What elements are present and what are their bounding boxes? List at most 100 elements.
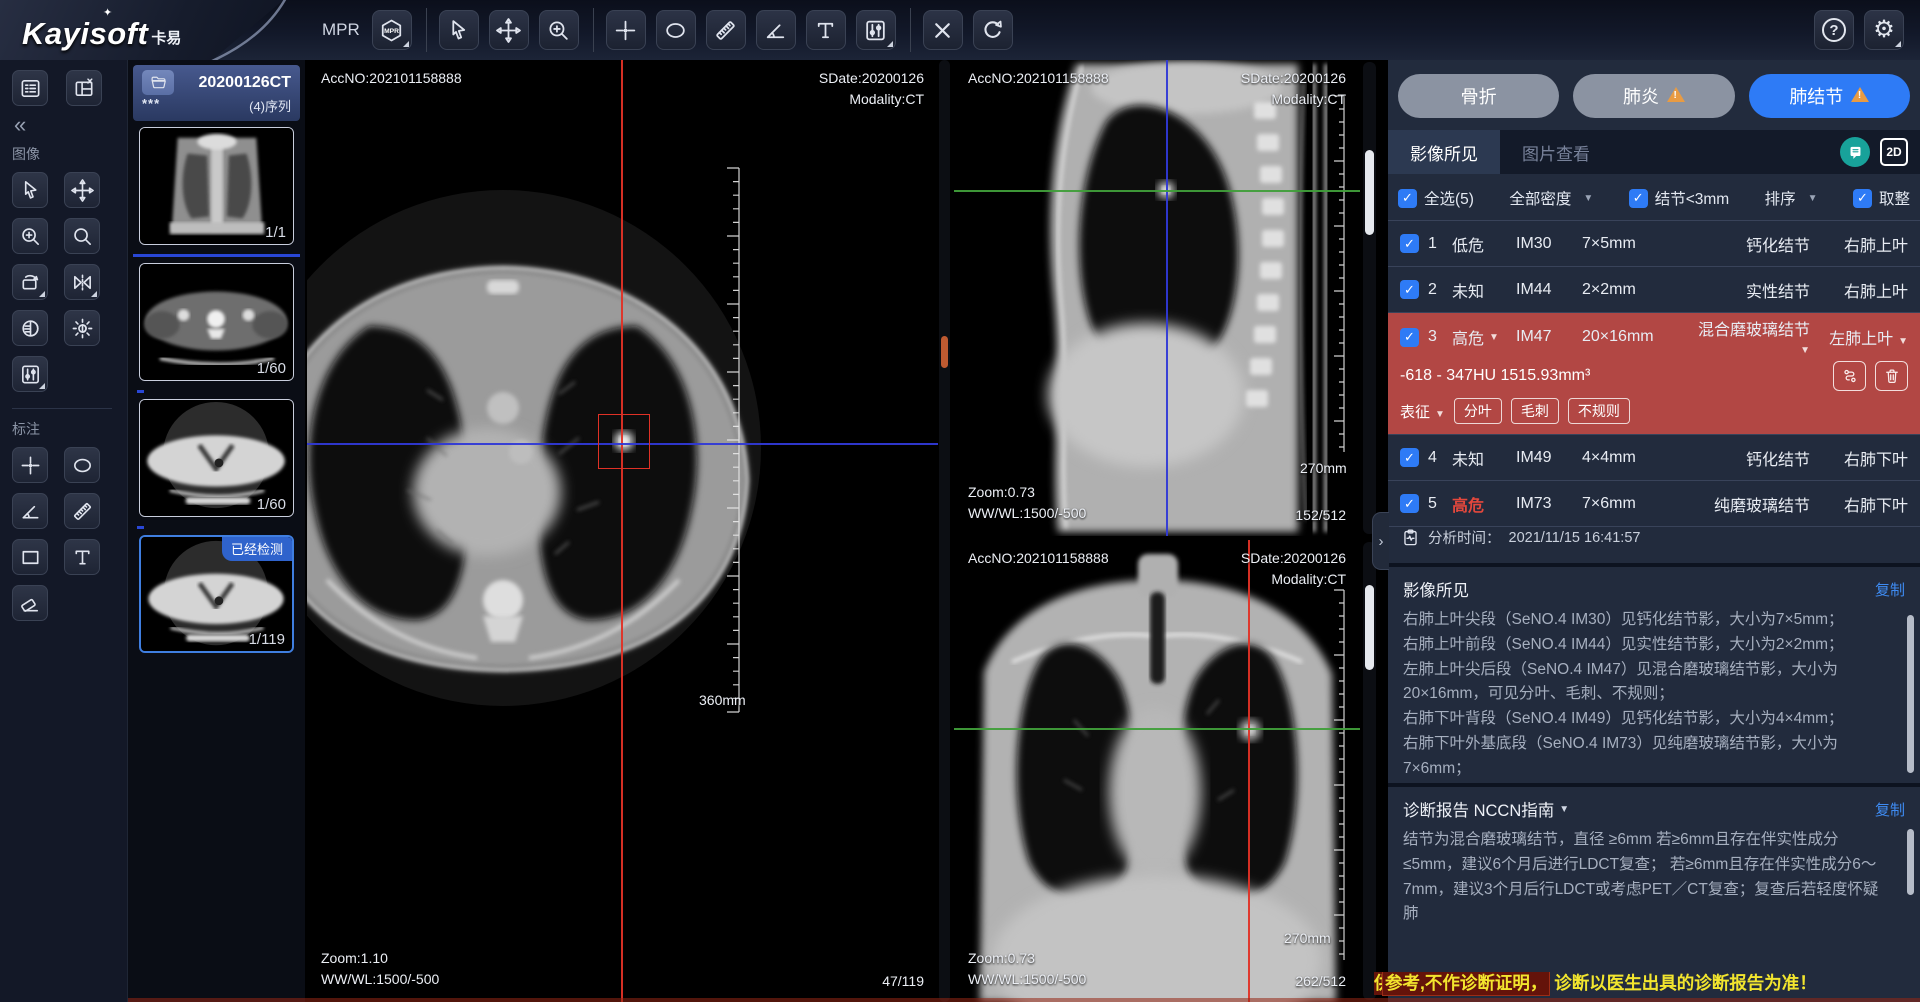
pan-tool-button[interactable] — [489, 10, 529, 50]
copy-report-button[interactable]: 复制 — [1875, 799, 1905, 820]
trait-tag[interactable]: 毛刺 — [1511, 398, 1559, 424]
rotate-tool-button[interactable] — [12, 264, 48, 300]
clear-annotations-button[interactable] — [923, 10, 963, 50]
axial-scroll-thumb[interactable] — [941, 336, 948, 368]
checkbox-checked-icon[interactable]: ✓ — [1629, 189, 1648, 208]
rectangle-annotation-button[interactable] — [12, 539, 48, 575]
folder-icon — [150, 74, 167, 91]
layout-close-button[interactable] — [66, 70, 102, 106]
zoom-wwwl-overlay: Zoom:1.10 WW/WL:1500/-500 — [321, 948, 439, 990]
ruler-icon — [713, 18, 738, 43]
series-thumbnail-soft-tissue[interactable]: 1/60 — [139, 263, 294, 381]
checkbox-checked-icon[interactable]: ✓ — [1400, 494, 1419, 513]
sagittal-scroll-thumb[interactable] — [1365, 150, 1374, 235]
series-thumbnail-scout[interactable]: 1/1 — [139, 127, 294, 245]
small-nodule-checkbox[interactable]: ✓ 结节<3mm — [1629, 187, 1730, 209]
module-lung-nodule-button[interactable]: 肺结节 — [1749, 74, 1910, 118]
study-header[interactable]: 20200126CT *** (4)序列 — [133, 65, 300, 121]
window-level-tool-button[interactable] — [856, 10, 896, 50]
module-fracture-button[interactable]: 骨折 — [1398, 74, 1559, 118]
settings-button[interactable]: ⚙ — [1864, 10, 1904, 50]
pointer-tool-button[interactable] — [439, 10, 479, 50]
viewport-coronal[interactable]: AccNO:202101158888 SDate:20200126 Modali… — [954, 540, 1360, 1002]
checkbox-checked-icon[interactable]: ✓ — [1400, 328, 1419, 347]
findings-scrollbar[interactable] — [1907, 615, 1914, 773]
trait-tag[interactable]: 分叶 — [1454, 398, 1502, 424]
ellipse-tool-button[interactable] — [656, 10, 696, 50]
accession-number-overlay: AccNO:202101158888 — [321, 68, 462, 89]
zoom-tool-button[interactable] — [539, 10, 579, 50]
nodule-annotation-box[interactable] — [598, 414, 650, 469]
crosshair-vertical-line[interactable] — [1248, 540, 1250, 1002]
nodule-row-3-selected[interactable]: ✓ 3 高危▼ IM47 20×16mm 混合磨玻璃结节▼ 左肺上叶▼ -618… — [1388, 313, 1920, 435]
angle-tool-button[interactable] — [756, 10, 796, 50]
ruler-tool-button[interactable] — [706, 10, 746, 50]
crosshair-horizontal-line[interactable] — [954, 728, 1360, 730]
pointer-tool-button[interactable] — [12, 172, 48, 208]
checkbox-checked-icon[interactable]: ✓ — [1400, 234, 1419, 253]
zoom-level: Zoom:0.73 — [968, 948, 1086, 969]
sort-dropdown[interactable]: 排序 ▼ — [1765, 187, 1818, 209]
coronal-slice-scrollbar[interactable] — [1363, 542, 1376, 1000]
checkbox-checked-icon[interactable]: ✓ — [1400, 280, 1419, 299]
select-all-checkbox[interactable]: ✓ 全选(5) — [1398, 187, 1474, 209]
crosshair-vertical-line[interactable] — [621, 60, 623, 1002]
nodule-risk-dropdown[interactable]: 高危▼ — [1452, 325, 1516, 349]
report-chat-button[interactable] — [1840, 137, 1870, 167]
tab-image-view[interactable]: 图片查看 — [1500, 130, 1612, 174]
checkbox-checked-icon[interactable]: ✓ — [1398, 189, 1417, 208]
nodule-row-5[interactable]: ✓ 5 高危 IM73 7×6mm 纯磨玻璃结节 右肺下叶 — [1388, 481, 1920, 527]
crosshair-vertical-line[interactable] — [1166, 60, 1168, 536]
pacs-application: Kayisoft ✦ 卡易 MPR ? ⚙ « 图像 — [0, 0, 1920, 1002]
flip-tool-button[interactable] — [64, 264, 100, 300]
collapse-panel-handle[interactable]: › — [1372, 512, 1389, 570]
eraser-annotation-button[interactable] — [12, 585, 48, 621]
delete-nodule-button[interactable] — [1875, 361, 1908, 391]
collapse-sidebar-button[interactable]: « — [14, 114, 32, 136]
checkbox-checked-icon[interactable]: ✓ — [1853, 189, 1872, 208]
nodule-row-4[interactable]: ✓ 4 未知 IM49 4×4mm 钙化结节 右肺下叶 — [1388, 435, 1920, 481]
pan-tool-button[interactable] — [64, 172, 100, 208]
magnifier-tool-button[interactable] — [64, 218, 100, 254]
text-tool-button[interactable] — [806, 10, 846, 50]
crosshair-annotation-button[interactable] — [12, 447, 48, 483]
tab-image-findings[interactable]: 影像所见 — [1388, 130, 1500, 174]
copy-findings-button[interactable]: 复制 — [1875, 579, 1905, 600]
series-thumbnail-lung-window[interactable]: 1/60 — [139, 399, 294, 517]
trait-tag[interactable]: 不规则 — [1568, 398, 1630, 424]
report-scrollbar[interactable] — [1907, 829, 1914, 895]
viewport-sagittal[interactable]: AccNO:202101158888 SDate:20200126 Modali… — [954, 60, 1360, 536]
ruler-annotation-button[interactable] — [64, 493, 100, 529]
compare-nodule-button[interactable] — [1833, 361, 1866, 391]
viewport-axial[interactable]: AccNO:202101158888 SDate:20200126 Modali… — [307, 60, 938, 1002]
series-thumbnail-selected[interactable]: 已经检测 1/119 — [139, 535, 294, 653]
nodule-type-dropdown[interactable]: 混合磨玻璃结节▼ — [1688, 316, 1810, 358]
window-level-tool-button[interactable] — [12, 356, 48, 392]
nodule-lobe-dropdown[interactable]: 左肺上叶▼ — [1810, 325, 1908, 349]
nodule-row-2[interactable]: ✓ 2 未知 IM44 2×2mm 实性结节 右肺上叶 — [1388, 267, 1920, 313]
axial-slice-scrollbar[interactable] — [939, 60, 950, 1002]
module-pneumonia-button[interactable]: 肺炎 — [1573, 74, 1734, 118]
invert-tool-button[interactable] — [12, 310, 48, 346]
nodule-row-1[interactable]: ✓ 1 低危 IM30 7×5mm 钙化结节 右肺上叶 — [1388, 221, 1920, 267]
reset-view-button[interactable] — [973, 10, 1013, 50]
brightness-tool-button[interactable] — [64, 310, 100, 346]
toggle-2d-view-button[interactable]: 2D — [1880, 138, 1908, 166]
coronal-scroll-thumb[interactable] — [1365, 585, 1374, 670]
crosshair-horizontal-line[interactable] — [954, 190, 1360, 192]
round-checkbox[interactable]: ✓ 取整 — [1853, 187, 1910, 209]
trait-dropdown[interactable]: 表征▼ — [1400, 401, 1445, 422]
angle-annotation-button[interactable] — [12, 493, 48, 529]
crosshair-tool-button[interactable] — [606, 10, 646, 50]
open-study-button[interactable] — [142, 70, 174, 95]
sagittal-slice-scrollbar[interactable] — [1363, 62, 1376, 534]
checkbox-checked-icon[interactable]: ✓ — [1400, 448, 1419, 467]
ellipse-annotation-button[interactable] — [64, 447, 100, 483]
mpr-dropdown-button[interactable] — [372, 10, 412, 50]
zoom-in-tool-button[interactable] — [12, 218, 48, 254]
help-button[interactable]: ? — [1814, 10, 1854, 50]
density-filter-dropdown[interactable]: 全部密度 ▼ — [1509, 187, 1593, 209]
report-list-button[interactable] — [12, 70, 48, 106]
text-annotation-button[interactable] — [64, 539, 100, 575]
report-title-dropdown[interactable]: 诊断报告 NCCN指南 ▼ — [1403, 797, 1569, 821]
